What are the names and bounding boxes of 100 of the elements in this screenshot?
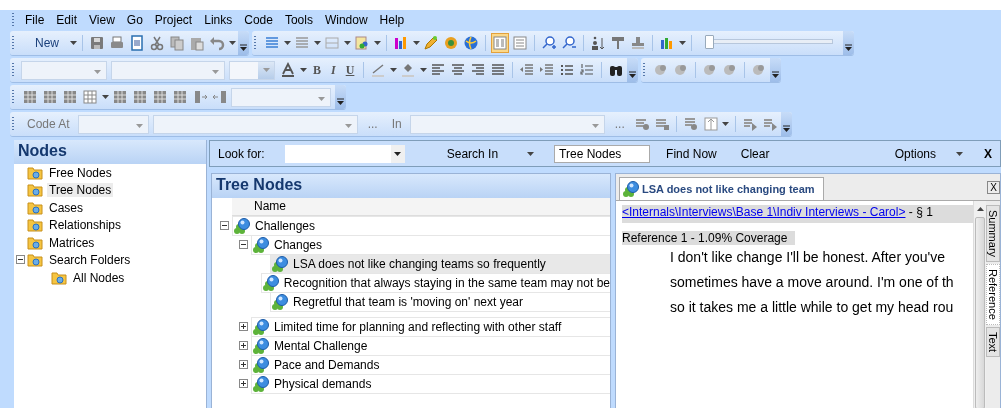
- dropdown-field[interactable]: [111, 60, 225, 80]
- grid-icon[interactable]: [171, 88, 189, 106]
- nav-item[interactable]: All Nodes: [71, 270, 127, 285]
- expand-toggle[interactable]: [238, 338, 248, 353]
- grid-icon[interactable]: [61, 88, 79, 106]
- dropdown-field[interactable]: [231, 87, 331, 107]
- underline-button[interactable]: U: [341, 62, 359, 78]
- scissors-icon[interactable]: [148, 34, 166, 52]
- grip-handle[interactable]: [12, 62, 14, 78]
- search-in-button[interactable]: Search In: [446, 146, 499, 161]
- save-icon[interactable]: [88, 34, 106, 52]
- nav-item[interactable]: Matrices: [47, 235, 97, 250]
- look-for-field[interactable]: [284, 144, 405, 163]
- menu-item[interactable]: Tools: [278, 13, 319, 27]
- menu-item[interactable]: Window: [318, 13, 374, 27]
- caret-icon[interactable]: [678, 40, 686, 46]
- expand-toggle[interactable]: [238, 357, 248, 372]
- font-color-icon[interactable]: [279, 61, 297, 79]
- dropdown-field[interactable]: [229, 60, 275, 80]
- grip-handle[interactable]: [12, 12, 14, 28]
- nav-item[interactable]: Relationships: [47, 218, 124, 233]
- scroll-thumb[interactable]: [975, 217, 985, 408]
- caret-icon[interactable]: [343, 40, 351, 46]
- search-in-field[interactable]: Tree Nodes: [554, 144, 651, 163]
- caret-icon[interactable]: [721, 121, 730, 127]
- source-link[interactable]: <Internals\Interviews\Base 1\Indiv Interviews - Carol>: [622, 205, 906, 219]
- grid-icon[interactable]: [131, 88, 149, 106]
- caret-icon[interactable]: [419, 67, 428, 73]
- grip-handle[interactable]: [254, 35, 256, 51]
- caret-icon[interactable]: [101, 94, 109, 100]
- nav-item[interactable]: Free Nodes: [47, 165, 114, 180]
- tree-row[interactable]: Regretful that team is 'moving on' next year: [270, 291, 610, 312]
- clear-button[interactable]: Clear: [732, 146, 778, 161]
- sort-icon[interactable]: [589, 34, 607, 52]
- grid-icon[interactable]: [151, 88, 169, 106]
- overflow-button[interactable]: [843, 31, 854, 55]
- overflow-button[interactable]: [627, 58, 639, 82]
- globe-icon[interactable]: [462, 34, 480, 52]
- overflow-button[interactable]: [780, 112, 792, 136]
- nav-item[interactable]: Search Folders: [47, 253, 133, 268]
- side-tab[interactable]: Text: [986, 326, 1000, 357]
- rows-icon[interactable]: [511, 34, 529, 52]
- tree-row[interactable]: Challenges: [232, 215, 610, 236]
- ellipsis-button[interactable]: ...: [608, 117, 631, 131]
- collapse-toggle[interactable]: [219, 218, 229, 233]
- caret-icon[interactable]: [412, 40, 420, 46]
- document-icon[interactable]: [128, 34, 146, 52]
- slider-thumb[interactable]: [705, 35, 715, 49]
- caret-icon[interactable]: [228, 40, 236, 46]
- overflow-button[interactable]: [335, 85, 346, 109]
- overflow-button[interactable]: [770, 58, 782, 82]
- side-tab[interactable]: Summary: [986, 205, 1000, 263]
- options-button[interactable]: Options: [886, 146, 944, 161]
- menu-item[interactable]: View: [83, 13, 121, 27]
- bold-button[interactable]: B: [309, 62, 325, 78]
- menu-item[interactable]: Edit: [50, 13, 84, 27]
- scrollbar[interactable]: [973, 201, 986, 408]
- caret-icon[interactable]: [313, 40, 321, 46]
- expand-toggle[interactable]: [238, 319, 248, 334]
- dropdown-field[interactable]: [152, 114, 358, 134]
- nav-item[interactable]: Tree Nodes: [47, 183, 114, 198]
- tree-row[interactable]: Physical demands: [251, 373, 610, 394]
- grip-handle[interactable]: [643, 62, 646, 78]
- menu-item[interactable]: Code: [238, 13, 279, 27]
- caret-icon[interactable]: [373, 40, 381, 46]
- stamp-icon[interactable]: [629, 34, 647, 52]
- dropdown-field[interactable]: [409, 114, 605, 134]
- document-tab[interactable]: LSA does not like changing team: [619, 177, 824, 200]
- menu-item[interactable]: File: [19, 13, 51, 27]
- dropdown-field[interactable]: [77, 114, 149, 134]
- caret-icon[interactable]: [956, 150, 964, 157]
- caret-icon[interactable]: [69, 40, 77, 46]
- ball-icon[interactable]: [442, 34, 460, 52]
- pencil-icon[interactable]: [422, 34, 440, 52]
- grip-handle[interactable]: [12, 35, 14, 51]
- grid-icon[interactable]: [21, 88, 39, 106]
- new-button[interactable]: New: [21, 36, 67, 50]
- side-tab[interactable]: Reference: [986, 264, 1000, 325]
- grip-handle[interactable]: [12, 89, 14, 105]
- column-header[interactable]: Name: [232, 199, 286, 213]
- nav-item[interactable]: Cases: [47, 200, 85, 215]
- paint-roller-icon[interactable]: [609, 34, 627, 52]
- overflow-button[interactable]: [238, 31, 249, 55]
- close-button[interactable]: X: [987, 181, 1000, 194]
- italic-button[interactable]: I: [327, 62, 340, 78]
- caret-icon[interactable]: [283, 40, 291, 46]
- grid-icon[interactable]: [41, 88, 59, 106]
- find-now-button[interactable]: Find Now: [658, 146, 725, 161]
- ellipsis-button[interactable]: ...: [361, 117, 384, 131]
- menu-item[interactable]: Project: [148, 13, 199, 27]
- caret-icon[interactable]: [299, 67, 307, 73]
- menu-item[interactable]: Help: [373, 13, 411, 27]
- collapse-toggle[interactable]: [238, 237, 248, 252]
- zoom-in-icon[interactable]: [540, 34, 558, 52]
- grip-handle[interactable]: [12, 116, 14, 132]
- expand-toggle[interactable]: [238, 376, 248, 391]
- insert-column-icon[interactable]: [211, 88, 229, 106]
- close-button[interactable]: X: [972, 146, 1000, 161]
- menu-item[interactable]: Links: [198, 13, 239, 27]
- caret-icon[interactable]: [389, 67, 398, 73]
